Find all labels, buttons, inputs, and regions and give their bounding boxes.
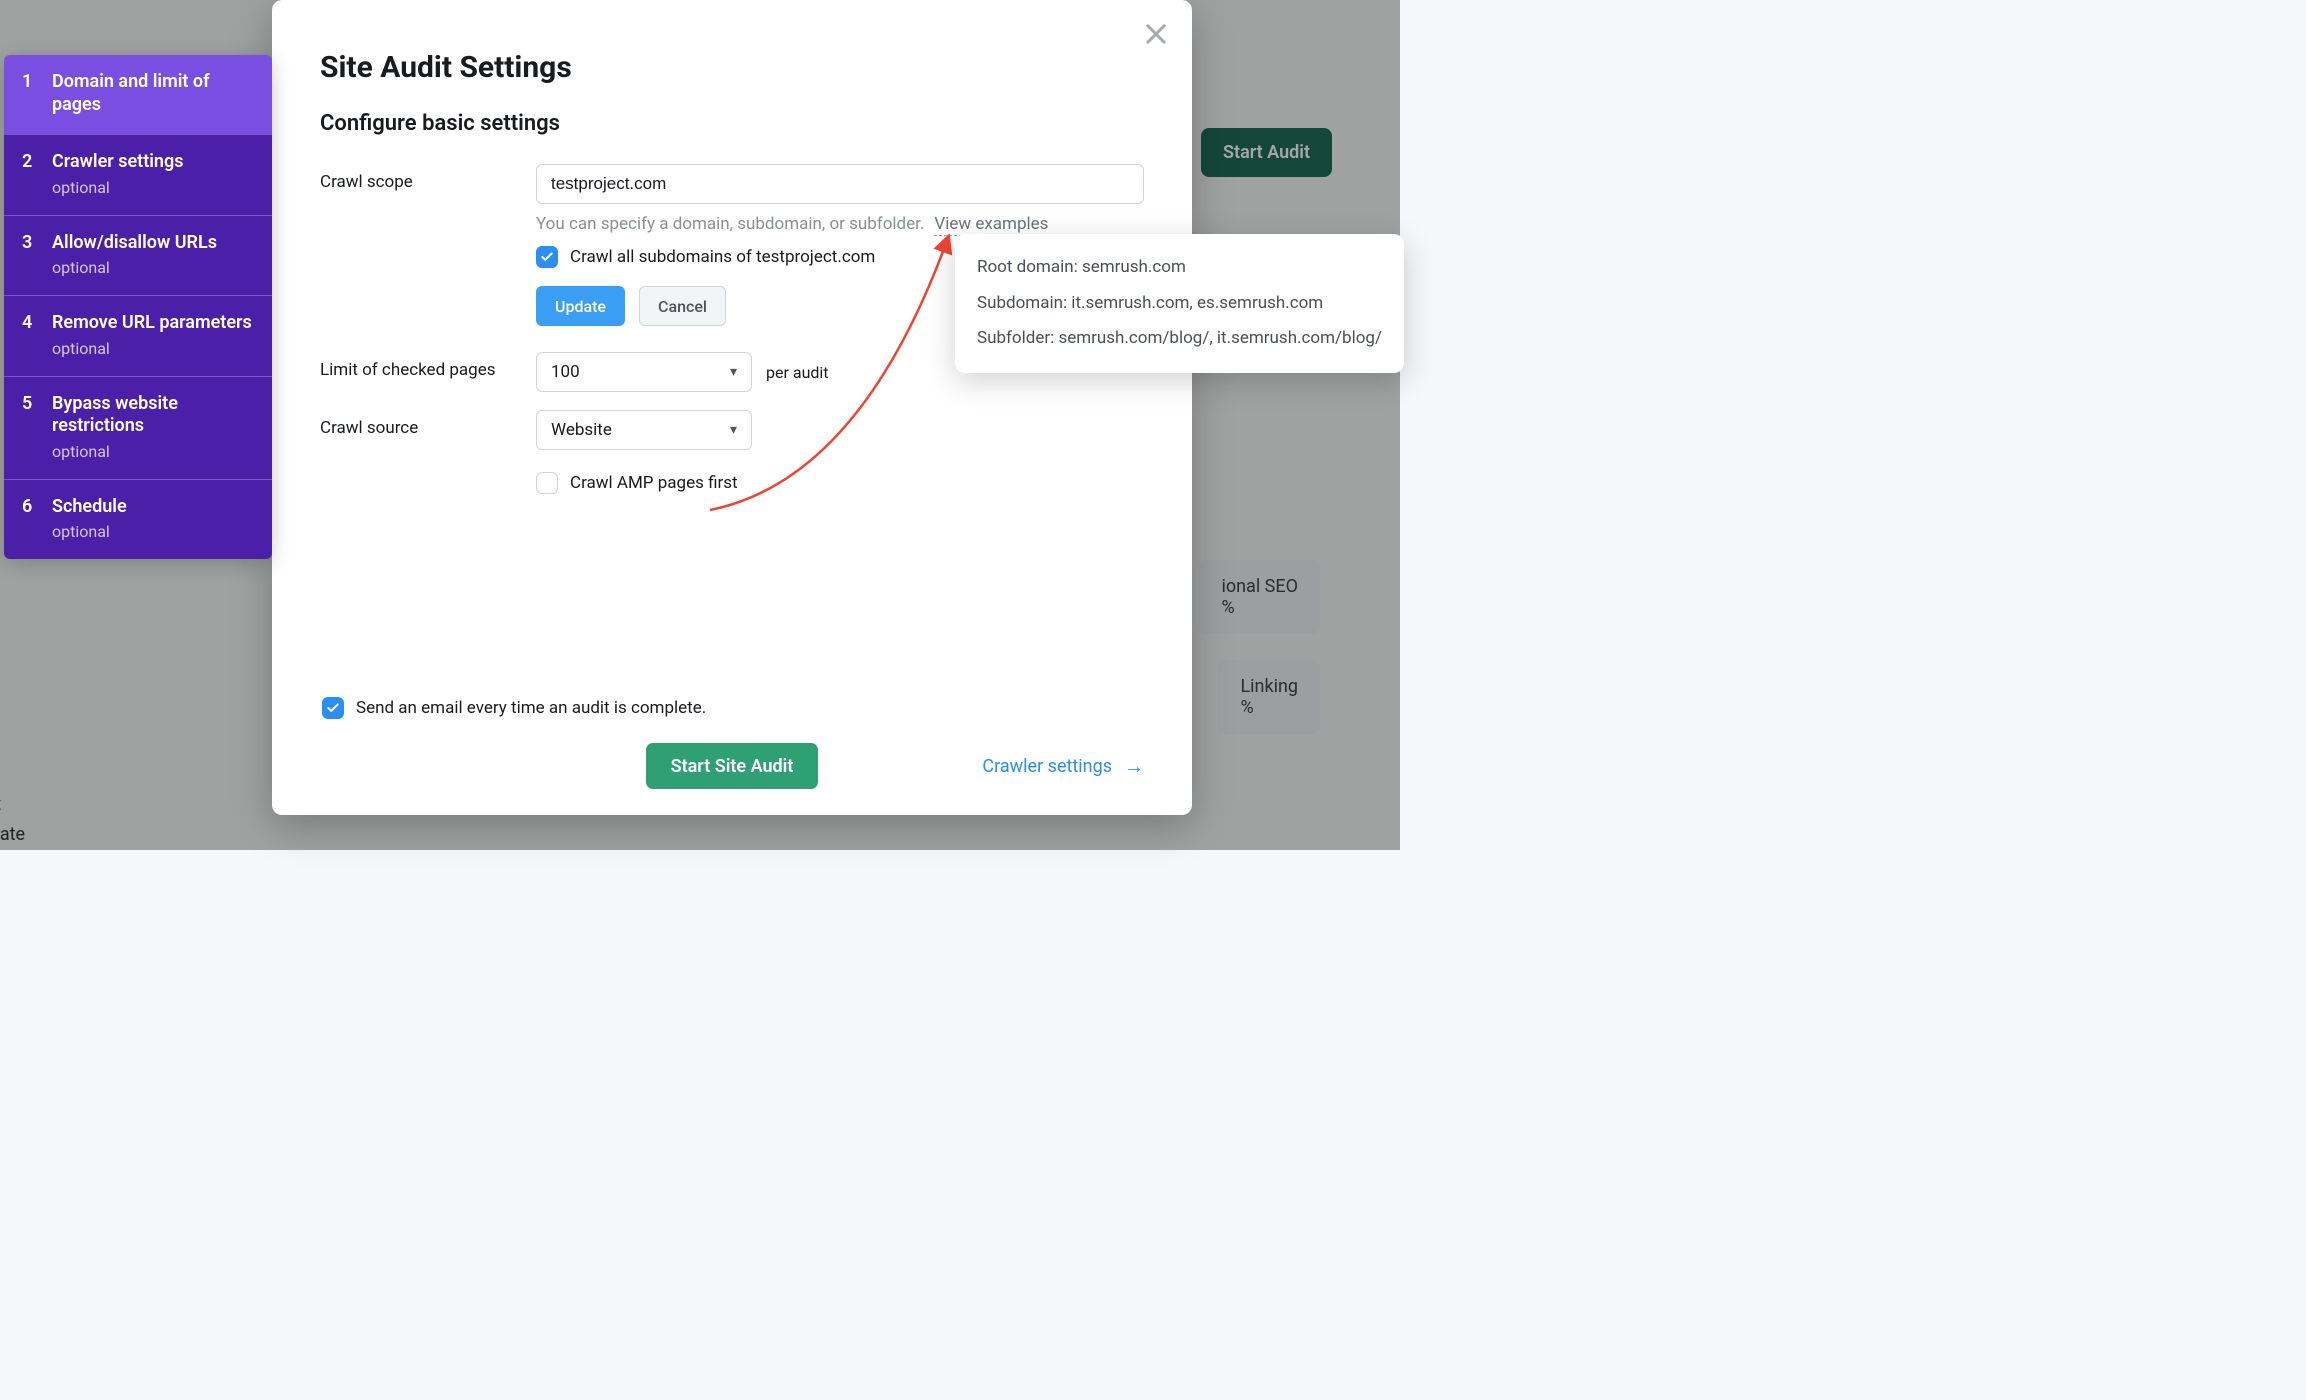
close-icon[interactable] <box>1142 20 1170 48</box>
limit-pages-label: Limit of checked pages <box>320 352 536 380</box>
cancel-button[interactable]: Cancel <box>639 286 726 326</box>
popover-line-subfolder: Subfolder: semrush.com/blog/, it.semrush… <box>977 321 1382 357</box>
crawl-amp-label: Crawl AMP pages first <box>570 473 738 493</box>
step-3-allow-disallow[interactable]: 3 Allow/disallow URLs optional <box>4 215 272 296</box>
step-number: 1 <box>22 71 34 116</box>
step-sublabel: optional <box>52 522 127 541</box>
email-notify-checkbox[interactable] <box>322 697 344 719</box>
crawl-source-value: Website <box>551 420 612 440</box>
chevron-down-icon: ▾ <box>730 422 737 438</box>
crawler-settings-link[interactable]: Crawler settings → <box>982 754 1144 779</box>
crawl-scope-input[interactable] <box>536 164 1144 204</box>
limit-pages-select[interactable]: 100 ▾ <box>536 352 752 392</box>
step-5-bypass-restrictions[interactable]: 5 Bypass website restrictions optional <box>4 376 272 479</box>
step-label: Domain and limit of pages <box>52 71 254 116</box>
view-examples-link[interactable]: View examples <box>934 214 1048 236</box>
crawl-subdomains-checkbox[interactable] <box>536 246 558 268</box>
crawl-source-label: Crawl source <box>320 410 536 438</box>
chevron-down-icon: ▾ <box>730 364 737 380</box>
step-label: Allow/disallow URLs <box>52 232 217 255</box>
step-sublabel: optional <box>52 258 217 277</box>
step-2-crawler-settings[interactable]: 2 Crawler settings optional <box>4 134 272 215</box>
step-sublabel: optional <box>52 178 183 197</box>
step-1-domain-limit[interactable]: 1 Domain and limit of pages <box>4 55 272 134</box>
crawl-amp-checkbox[interactable] <box>536 472 558 494</box>
step-number: 5 <box>22 393 34 461</box>
modal-subtitle: Configure basic settings <box>320 111 1144 136</box>
limit-pages-value: 100 <box>551 362 580 382</box>
popover-line-root-domain: Root domain: semrush.com <box>977 250 1382 286</box>
step-number: 3 <box>22 232 34 278</box>
crawl-scope-hint: You can specify a domain, subdomain, or … <box>536 214 924 234</box>
step-4-url-parameters[interactable]: 4 Remove URL parameters optional <box>4 295 272 376</box>
modal-title: Site Audit Settings <box>320 50 1144 85</box>
step-label: Bypass website restrictions <box>52 393 254 438</box>
examples-popover: Root domain: semrush.com Subdomain: it.s… <box>955 234 1404 373</box>
email-notify-label: Send an email every time an audit is com… <box>356 698 706 718</box>
step-number: 2 <box>22 151 34 197</box>
crawl-scope-label: Crawl scope <box>320 164 536 192</box>
step-number: 4 <box>22 312 34 358</box>
step-sublabel: optional <box>52 339 252 358</box>
limit-pages-suffix: per audit <box>766 363 829 382</box>
step-number: 6 <box>22 496 34 542</box>
crawl-subdomains-label: Crawl all subdomains of testproject.com <box>570 247 875 267</box>
step-sublabel: optional <box>52 442 254 461</box>
step-label: Schedule <box>52 496 127 519</box>
wizard-steps: 1 Domain and limit of pages 2 Crawler se… <box>4 55 272 559</box>
arrow-right-icon: → <box>1124 754 1144 779</box>
step-6-schedule[interactable]: 6 Schedule optional <box>4 479 272 560</box>
update-button[interactable]: Update <box>536 286 625 326</box>
start-site-audit-button[interactable]: Start Site Audit <box>646 743 819 789</box>
crawler-settings-label: Crawler settings <box>982 756 1112 777</box>
site-audit-settings-modal: Site Audit Settings Configure basic sett… <box>272 0 1192 815</box>
step-label: Crawler settings <box>52 151 183 174</box>
modal-footer: Send an email every time an audit is com… <box>320 697 1144 789</box>
step-label: Remove URL parameters <box>52 312 252 335</box>
crawl-source-select[interactable]: Website ▾ <box>536 410 752 450</box>
popover-line-subdomain: Subdomain: it.semrush.com, es.semrush.co… <box>977 286 1382 322</box>
